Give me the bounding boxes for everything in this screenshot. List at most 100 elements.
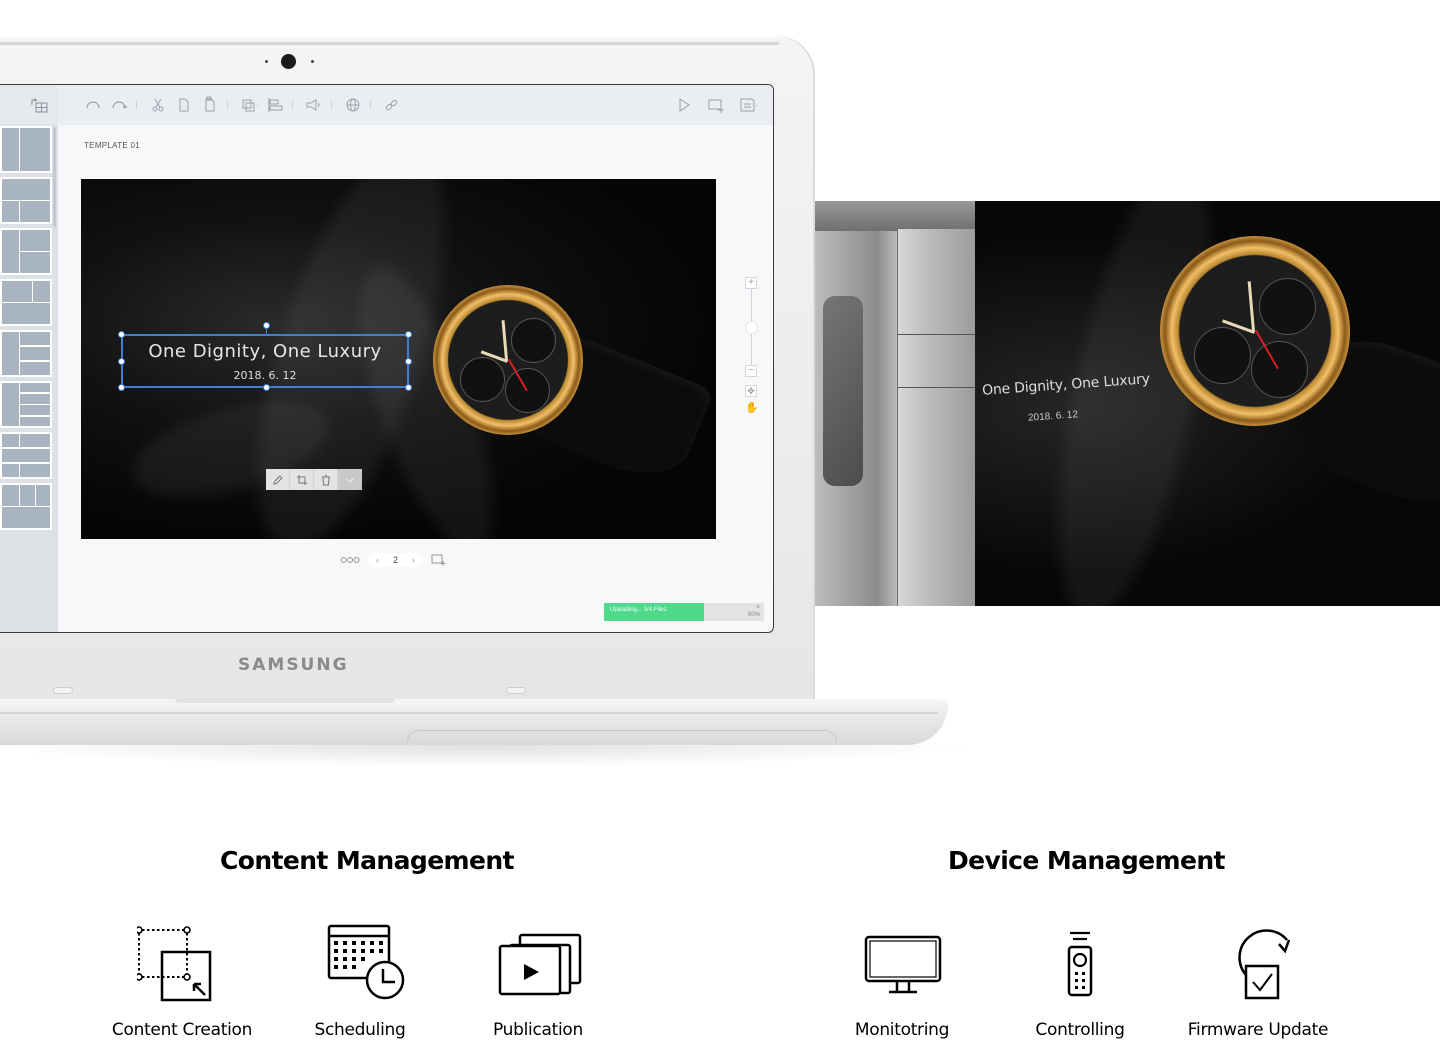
calendar-day xyxy=(370,941,374,945)
feature-label: Controlling xyxy=(1035,1020,1125,1040)
layout-switch-icon[interactable] xyxy=(30,97,48,113)
watch-image[interactable] xyxy=(433,285,583,435)
template-thumbnail[interactable] xyxy=(0,432,52,479)
thumbnail-cell xyxy=(2,332,19,375)
template-thumbnail[interactable] xyxy=(0,228,52,275)
web-icon[interactable] xyxy=(342,94,364,116)
thumbnail-cell xyxy=(2,179,50,200)
resize-handle[interactable] xyxy=(405,331,412,338)
template-thumbnail[interactable] xyxy=(0,177,52,224)
upload-progress: Uploading... 3/4 Files × 80% xyxy=(604,603,764,621)
edit-popup xyxy=(266,469,362,490)
thumbnail-cell xyxy=(20,485,35,506)
add-screen-icon[interactable] xyxy=(705,94,727,116)
thumbnail-cell xyxy=(20,405,50,415)
feature-publication xyxy=(453,920,623,1005)
sidebar-header xyxy=(0,85,58,125)
station-pillar xyxy=(897,229,976,606)
toolbar-separator xyxy=(370,101,371,109)
play-icon[interactable] xyxy=(673,94,695,116)
template-thumbnail[interactable] xyxy=(0,381,52,428)
laptop-brand: SAMSUNG xyxy=(238,655,349,675)
zoom-controls: + − ✥ ✋ xyxy=(745,277,759,414)
thumbnail-cell xyxy=(20,201,50,222)
resize-handle[interactable] xyxy=(405,384,412,391)
editor-canvas[interactable]: One Dignity, One Luxury 2018. 6. 12 xyxy=(81,179,716,539)
edit-icon xyxy=(272,474,283,485)
arrange-icon[interactable] xyxy=(238,94,260,116)
paste-icon[interactable] xyxy=(199,94,221,116)
page-overview-icon[interactable] xyxy=(340,556,360,564)
thumbnail-cell xyxy=(2,281,32,302)
resize-handle[interactable] xyxy=(118,384,125,391)
current-page[interactable]: 2 xyxy=(393,555,398,565)
date-text[interactable]: 2018. 6. 12 xyxy=(123,369,407,382)
app-window: TEMPLATE 01 One Dignity, One Luxury 2018… xyxy=(0,84,774,633)
lid-edge xyxy=(0,42,779,45)
feature-monitoring xyxy=(817,920,987,1005)
pillar-seam xyxy=(898,334,976,335)
next-page-button[interactable]: › xyxy=(412,555,415,565)
calendar-day xyxy=(361,949,365,953)
toolbar-right xyxy=(669,94,759,116)
zoom-slider-knob[interactable] xyxy=(745,321,758,334)
delete-button[interactable] xyxy=(314,469,338,490)
rotate-handle[interactable] xyxy=(263,322,270,329)
edit-button[interactable] xyxy=(266,469,290,490)
crop-button[interactable] xyxy=(290,469,314,490)
fit-button[interactable]: ✥ xyxy=(745,385,757,397)
sidebar-scrollbar[interactable] xyxy=(53,127,56,227)
thumbnail-cell xyxy=(20,362,50,375)
calendar-day xyxy=(343,965,347,969)
template-thumbnail[interactable] xyxy=(0,279,52,326)
link-icon[interactable] xyxy=(381,94,403,116)
watch-hand xyxy=(501,320,508,361)
template-title: TEMPLATE 01 xyxy=(84,141,141,150)
calendar-day xyxy=(370,949,374,953)
camera-sensor xyxy=(265,60,268,63)
laptop-shadow xyxy=(0,745,980,767)
template-thumbnail[interactable] xyxy=(0,330,52,377)
toolbar-separator xyxy=(292,101,293,109)
resize-handle[interactable] xyxy=(263,384,270,391)
zoom-slider[interactable] xyxy=(745,289,758,365)
redo-icon[interactable] xyxy=(108,94,130,116)
prev-page-button[interactable]: ‹ xyxy=(376,555,379,565)
cut-icon[interactable] xyxy=(147,94,169,116)
sound-icon[interactable] xyxy=(303,94,325,116)
save-icon[interactable] xyxy=(737,94,759,116)
watch-subdial xyxy=(511,318,556,363)
scheduling-icon xyxy=(327,924,405,1000)
calendar-day xyxy=(334,957,338,961)
calendar-day xyxy=(334,949,338,953)
template-list xyxy=(0,126,52,534)
section-title-device-management: Device Management xyxy=(948,846,1225,875)
copy-icon[interactable] xyxy=(173,94,195,116)
zoom-out-button[interactable]: − xyxy=(745,365,757,377)
thumbnail-cell xyxy=(2,230,19,273)
headline-text[interactable]: One Dignity, One Luxury xyxy=(123,341,407,362)
thumbnail-cell xyxy=(2,434,19,447)
selected-text-box[interactable]: One Dignity, One Luxury 2018. 6. 12 xyxy=(118,322,412,391)
thumbnail-cell xyxy=(20,347,50,360)
template-thumbnail[interactable] xyxy=(0,483,52,530)
thumbnail-cell xyxy=(20,383,50,393)
upload-close-button[interactable]: × xyxy=(756,604,760,611)
confirm-button[interactable] xyxy=(338,469,362,490)
add-page-icon[interactable] xyxy=(431,554,447,566)
base-edge xyxy=(0,712,938,714)
publication-icon xyxy=(498,933,582,996)
align-icon[interactable] xyxy=(264,94,286,116)
undo-icon[interactable] xyxy=(82,94,104,116)
thumbnail-cell xyxy=(2,128,19,171)
calendar-day xyxy=(379,941,383,945)
pan-button[interactable]: ✋ xyxy=(745,401,759,414)
laptop-base xyxy=(0,699,948,745)
watch-subdial xyxy=(460,357,505,402)
thumbnail-cell xyxy=(20,332,50,345)
resize-handle[interactable] xyxy=(118,331,125,338)
zoom-in-button[interactable]: + xyxy=(745,277,757,289)
toolbar-separator xyxy=(227,101,228,109)
template-thumbnail[interactable] xyxy=(0,126,52,173)
billboard-watch-image xyxy=(1160,236,1350,426)
